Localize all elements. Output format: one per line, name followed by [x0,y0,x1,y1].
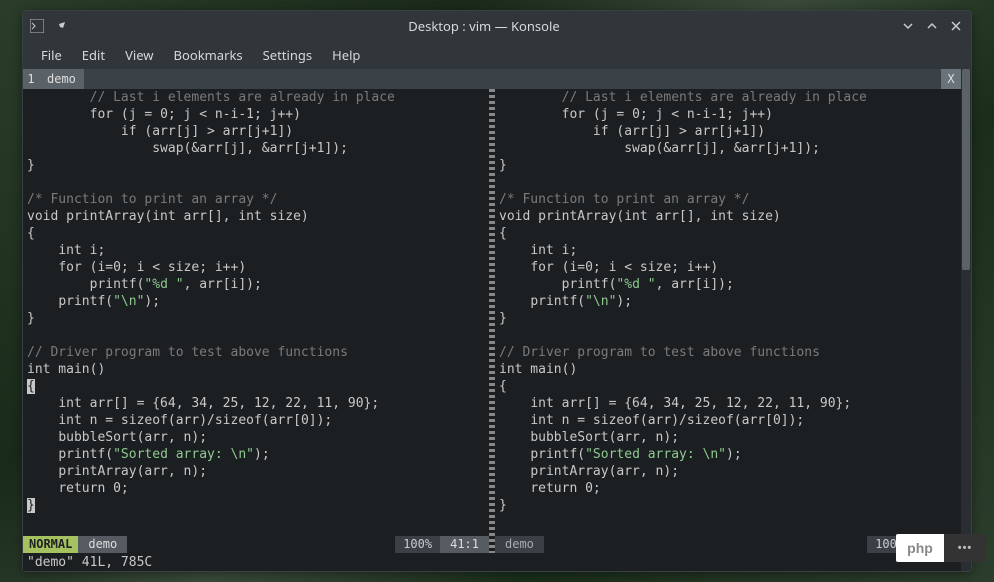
tab-label[interactable]: demo [39,69,84,89]
status-pos-left: 41:1 [440,536,489,553]
window-title: Desktop : vim — Konsole [69,17,899,35]
menu-view[interactable]: View [115,42,163,68]
menu-settings[interactable]: Settings [253,42,322,68]
tab-area [84,69,941,89]
status-file-right: demo [495,536,544,553]
status-pct-left: 100% [395,536,440,553]
menu-help[interactable]: Help [322,42,370,68]
tab-number[interactable]: 1 [23,69,39,89]
terminal-area[interactable]: // Last i elements are already in place … [23,89,961,553]
status-file-left: demo [78,536,127,553]
titlebar[interactable]: Desktop : vim — Konsole [23,11,971,41]
statusline-left: NORMAL demo 100% 41:1 [23,535,489,553]
pin-icon[interactable] [53,18,69,34]
tabbar: 1 demo X [23,69,961,89]
code-right[interactable]: // Last i elements are already in place … [495,89,961,535]
terminal-icon [29,18,45,34]
vim-pane-left[interactable]: // Last i elements are already in place … [23,89,489,553]
vim-mode: NORMAL [23,536,78,553]
code-left[interactable]: // Last i elements are already in place … [23,89,489,535]
minimize-button[interactable] [899,17,917,35]
vim-pane-right[interactable]: // Last i elements are already in place … [495,89,961,553]
menu-bookmarks[interactable]: Bookmarks [164,42,253,68]
badge-left: php [896,540,944,556]
php-badge: php ••• [896,534,986,562]
maximize-button[interactable] [923,17,941,35]
konsole-window: Desktop : vim — Konsole File Edit View B… [22,10,972,572]
menu-file[interactable]: File [31,42,72,68]
menubar: File Edit View Bookmarks Settings Help [23,41,971,69]
statusline-right: demo 100% 41:1 [495,535,961,553]
close-button[interactable] [947,17,965,35]
tab-close-button[interactable]: X [941,69,961,89]
menu-edit[interactable]: Edit [72,42,115,68]
vim-message-line: "demo" 41L, 785C [23,553,961,571]
scrollbar-thumb[interactable] [962,69,970,270]
badge-right: ••• [944,534,986,562]
scrollbar[interactable] [961,69,971,571]
